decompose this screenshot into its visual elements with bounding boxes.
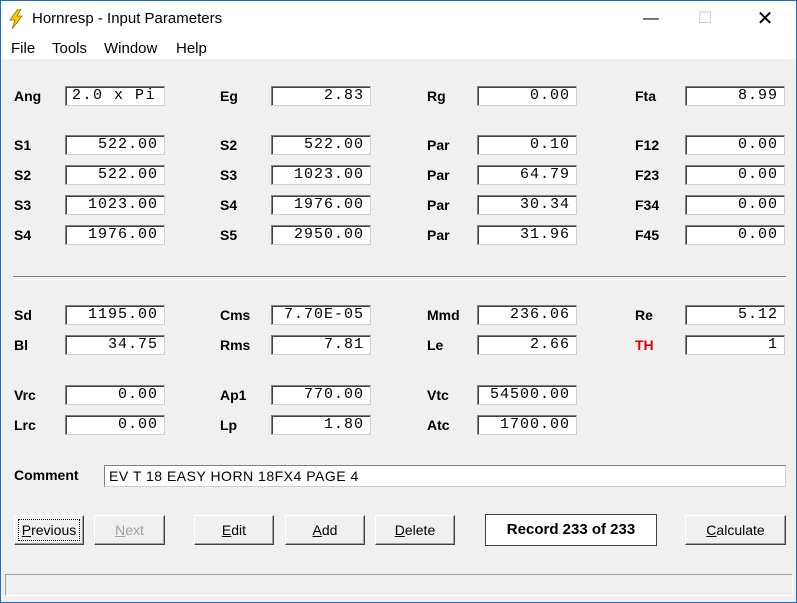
title-bar[interactable]: Hornresp - Input Parameters — ☐ ✕ (1, 1, 796, 37)
menu-file[interactable]: File (11, 40, 35, 57)
comment-field[interactable]: EV T 18 EASY HORN 18FX4 PAGE 4 (104, 465, 786, 487)
calculate-button[interactable]: Calculate (685, 515, 786, 545)
param-field-lp[interactable]: 1.80 (271, 415, 371, 435)
param-field-s2[interactable]: 522.00 (271, 135, 371, 155)
param-field-s1[interactable]: 522.00 (65, 135, 165, 155)
param-label-le: Le (427, 337, 444, 353)
param-field-re[interactable]: 5.12 (685, 305, 785, 325)
param-field-ang[interactable]: 2.0 x Pi (65, 86, 165, 106)
param-field-s3[interactable]: 1023.00 (65, 195, 165, 215)
param-field-f23[interactable]: 0.00 (685, 165, 785, 185)
minimize-icon: — (643, 10, 659, 27)
next-button: Next (94, 515, 165, 545)
param-field-s4[interactable]: 1976.00 (65, 225, 165, 245)
param-field-s5[interactable]: 2950.00 (271, 225, 371, 245)
param-label-f34: F34 (635, 197, 660, 213)
menu-tools[interactable]: Tools (52, 40, 87, 57)
param-field-bl[interactable]: 34.75 (65, 335, 165, 355)
status-bar (5, 574, 793, 596)
param-label-s3: S3 (14, 197, 32, 213)
param-label-re: Re (635, 307, 653, 323)
param-label-fta: Fta (635, 88, 656, 104)
window-title: Hornresp - Input Parameters (32, 10, 223, 27)
param-label-bl: Bl (14, 337, 28, 353)
param-field-par[interactable]: 0.10 (477, 135, 577, 155)
param-label-par: Par (427, 137, 450, 153)
param-label-par: Par (427, 197, 450, 213)
param-label-rms: Rms (220, 337, 251, 353)
param-label-s2: S2 (14, 167, 32, 183)
param-field-vtc[interactable]: 54500.00 (477, 385, 577, 405)
edit-button[interactable]: Edit (194, 515, 274, 545)
param-label-ang: Ang (14, 88, 42, 104)
param-label-mmd: Mmd (427, 307, 460, 323)
delete-button[interactable]: Delete (375, 515, 455, 545)
param-field-atc[interactable]: 1700.00 (477, 415, 577, 435)
param-field-mmd[interactable]: 236.06 (477, 305, 577, 325)
param-label-cms: Cms (220, 307, 251, 323)
param-field-lrc[interactable]: 0.00 (65, 415, 165, 435)
lightning-bolt-icon (9, 9, 23, 29)
param-label-s2: S2 (220, 137, 238, 153)
record-indicator: Record 233 of 233 (485, 514, 657, 546)
param-field-cms[interactable]: 7.70E-05 (271, 305, 371, 325)
param-field-fta[interactable]: 8.99 (685, 86, 785, 106)
previous-button[interactable]: Previous (14, 515, 84, 545)
param-field-f34[interactable]: 0.00 (685, 195, 785, 215)
param-field-le[interactable]: 2.66 (477, 335, 577, 355)
param-label-vrc: Vrc (14, 387, 36, 403)
minimize-button[interactable]: — (628, 1, 674, 37)
param-field-th[interactable]: 1 (685, 335, 785, 355)
param-label-par: Par (427, 227, 450, 243)
menu-window[interactable]: Window (104, 40, 157, 57)
param-field-rms[interactable]: 7.81 (271, 335, 371, 355)
menu-help[interactable]: Help (176, 40, 207, 57)
param-label-lp: Lp (220, 417, 238, 433)
param-field-s3[interactable]: 1023.00 (271, 165, 371, 185)
param-field-par[interactable]: 64.79 (477, 165, 577, 185)
param-field-f12[interactable]: 0.00 (685, 135, 785, 155)
param-field-f45[interactable]: 0.00 (685, 225, 785, 245)
comment-label: Comment (14, 467, 79, 483)
close-icon: ✕ (756, 8, 774, 30)
maximize-icon: ☐ (697, 10, 713, 27)
add-button[interactable]: Add (285, 515, 365, 545)
param-label-f45: F45 (635, 227, 660, 243)
param-label-s5: S5 (220, 227, 238, 243)
param-label-vtc: Vtc (427, 387, 449, 403)
param-label-f23: F23 (635, 167, 660, 183)
param-field-s4[interactable]: 1976.00 (271, 195, 371, 215)
param-field-s2[interactable]: 522.00 (65, 165, 165, 185)
param-label-s4: S4 (14, 227, 32, 243)
param-field-ap1[interactable]: 770.00 (271, 385, 371, 405)
param-label-par: Par (427, 167, 450, 183)
param-label-eg: Eg (220, 88, 238, 104)
param-label-s1: S1 (14, 137, 32, 153)
param-label-sd: Sd (14, 307, 32, 323)
menu-bar: File Tools Window Help (1, 37, 796, 59)
param-label-atc: Atc (427, 417, 450, 433)
param-label-s4: S4 (220, 197, 238, 213)
param-field-vrc[interactable]: 0.00 (65, 385, 165, 405)
param-label-rg: Rg (427, 88, 446, 104)
maximize-button: ☐ (682, 1, 728, 37)
param-field-rg[interactable]: 0.00 (477, 86, 577, 106)
param-field-eg[interactable]: 2.83 (271, 86, 371, 106)
param-field-sd[interactable]: 1195.00 (65, 305, 165, 325)
param-field-par[interactable]: 31.96 (477, 225, 577, 245)
close-button[interactable]: ✕ (742, 1, 788, 37)
separator (13, 276, 786, 280)
param-field-par[interactable]: 30.34 (477, 195, 577, 215)
param-label-ap1: Ap1 (220, 387, 247, 403)
param-label-lrc: Lrc (14, 417, 36, 433)
param-label-s3: S3 (220, 167, 238, 183)
param-label-th: TH (635, 337, 654, 353)
param-label-f12: F12 (635, 137, 660, 153)
hornresp-window: Hornresp - Input Parameters — ☐ ✕ File T… (0, 0, 797, 603)
